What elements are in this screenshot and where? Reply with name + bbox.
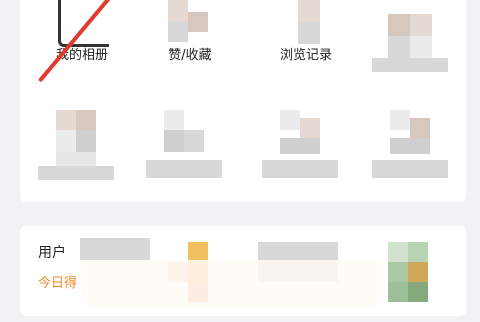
shortcut-icon-part (76, 110, 96, 130)
shortcut-label-blur (38, 166, 114, 180)
promo-title-blur (80, 238, 150, 260)
promo-subtitle[interactable]: 今日得 (38, 272, 77, 291)
shortcut-label-blur (262, 160, 338, 178)
shortcut-label: 我的相册 (55, 48, 108, 63)
shortcut-icon (390, 110, 410, 130)
shortcut-icon-part (184, 130, 204, 152)
blur-overlay (82, 260, 382, 306)
shortcut-icon (164, 110, 184, 130)
shortcut-icon-part (56, 130, 76, 152)
shortcut-icon (56, 110, 76, 130)
shortcut-icon-part (164, 130, 184, 152)
likes-icon (168, 0, 188, 22)
likes-icon-part (168, 22, 188, 42)
shortcut-icon (388, 14, 410, 36)
shortcut-icon-part (388, 36, 410, 58)
shortcut-label-blur (146, 160, 222, 178)
shortcut-icon-part (280, 138, 320, 154)
shortcut-icon (280, 110, 300, 130)
history-icon (298, 0, 320, 22)
shortcut-card: 我的相册 赞/收藏 浏览记录 (20, 0, 466, 202)
shortcut-icon-part (56, 152, 96, 166)
history-icon-part (298, 22, 320, 44)
shortcut-icon-part (300, 118, 320, 138)
shortcut-icon-part (76, 130, 96, 152)
promo-thumbnail-green[interactable] (388, 242, 448, 322)
shortcut-icon-part (410, 36, 432, 58)
promo-title: 用户 (38, 245, 66, 261)
likes-icon-part (188, 12, 208, 32)
shortcut-label: 浏览记录 (279, 48, 332, 63)
shortcut-label: 赞/收藏 (168, 48, 212, 63)
shortcut-icon-part (410, 118, 430, 138)
shortcut-icon-part (372, 58, 448, 72)
shortcut-icon-part (410, 14, 432, 36)
shortcut-icon-part (390, 138, 430, 154)
shortcut-label-blur (372, 160, 448, 178)
